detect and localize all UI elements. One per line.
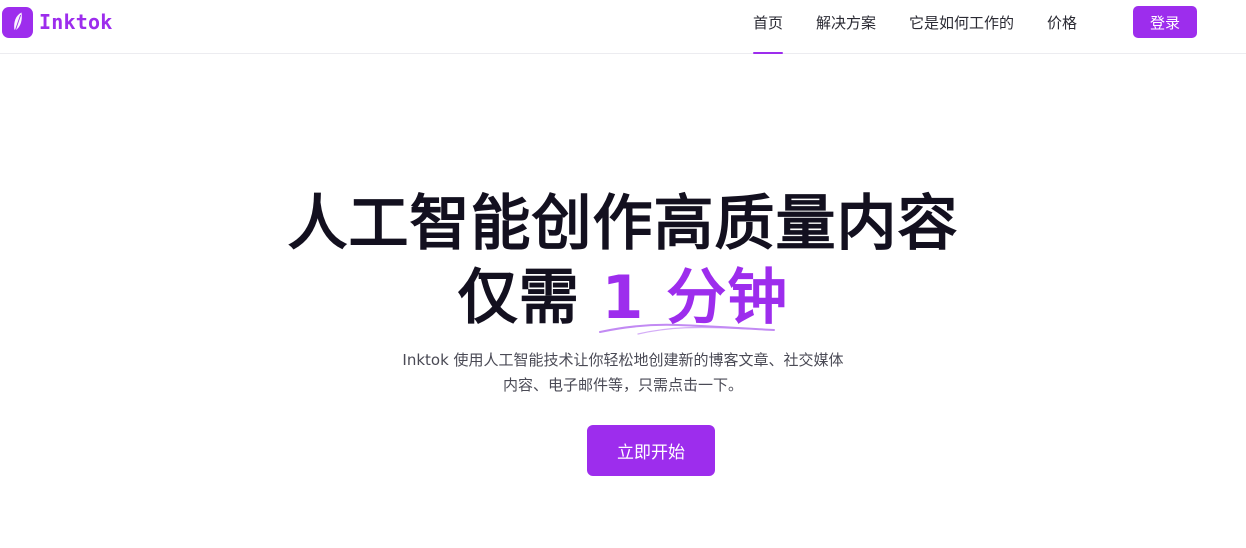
main-nav: 首页 解决方案 它是如何工作的 价格 [736,0,1077,54]
hero-title-highlight-wrap: 1 分钟 [598,262,789,335]
feather-icon [2,6,33,38]
login-button[interactable]: 登录 [1133,6,1197,38]
hero-title-prefix: 仅需 [457,263,580,333]
top-navbar: Inktok 首页 解决方案 它是如何工作的 价格 登录 [0,0,1246,54]
nav-item-home[interactable]: 首页 [753,0,784,54]
brand-logo[interactable]: Inktok [2,6,112,38]
hero-title-line1: 人工智能创作高质量内容 [287,189,959,259]
hero-title-line2: 仅需 1 分钟 [0,262,1246,335]
nav-item-solutions[interactable]: 解决方案 [816,0,876,54]
brand-name: Inktok [39,10,113,34]
get-started-button[interactable]: 立即开始 [587,425,715,476]
hero-title-highlight: 1 分钟 [601,263,789,333]
hero-subtitle-line1: Inktok 使用人工智能技术让你轻松地创建新的博客文章、社交媒体 [402,351,844,369]
hero-subtitle: Inktok 使用人工智能技术让你轻松地创建新的博客文章、社交媒体 内容、电子邮… [373,348,873,398]
nav-item-pricing[interactable]: 价格 [1047,0,1077,54]
hero-subtitle-line2: 内容、电子邮件等，只需点击一下。 [502,376,743,394]
landing-page: Inktok 首页 解决方案 它是如何工作的 价格 登录 人工智能创作高质量内容… [0,0,1246,548]
nav-item-how-it-works[interactable]: 它是如何工作的 [909,0,1014,54]
